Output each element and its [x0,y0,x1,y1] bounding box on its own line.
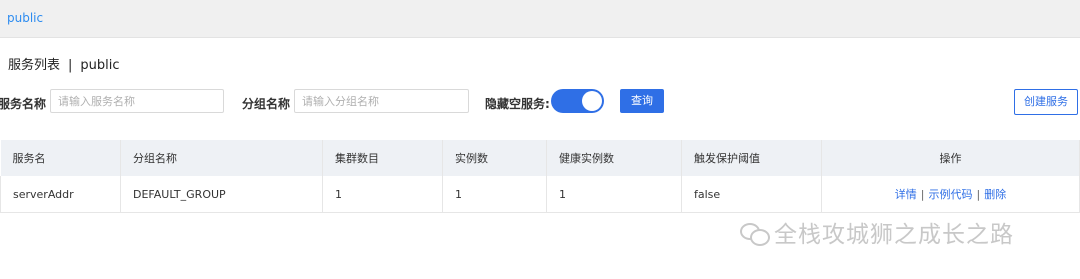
watermark-text: 全栈攻城狮之成长之路 [774,222,1014,248]
group-name-label: 分组名称 [242,97,291,111]
col-cluster-count: 集群数目 [322,140,443,176]
title-separator: | [68,58,73,73]
action-separator: | [920,188,925,201]
cell-cluster-count: 1 [322,176,443,213]
toggle-knob [582,91,602,111]
hide-empty-label: 隐藏空服务: [485,97,550,111]
wechat-icon [740,221,770,246]
group-name-input[interactable] [294,89,469,113]
top-bar: public [0,0,1080,38]
create-service-button[interactable]: 创建服务 [1014,89,1078,115]
col-actions: 操作 [821,140,1080,176]
service-table: 服务名 分组名称 集群数目 实例数 健康实例数 触发保护阈值 操作 server… [0,140,1080,213]
cell-healthy-count: 1 [546,176,682,213]
table-header-row: 服务名 分组名称 集群数目 实例数 健康实例数 触发保护阈值 操作 [0,140,1080,176]
col-healthy-count: 健康实例数 [546,140,682,176]
col-service-name: 服务名 [0,140,121,176]
page-title-namespace: public [80,58,120,73]
page-title-text: 服务列表 [8,58,61,73]
query-button[interactable]: 查询 [620,89,664,113]
page-title: 服务列表 | public [8,54,120,73]
cell-threshold: false [681,176,822,213]
table-row: serverAddr DEFAULT_GROUP 1 1 1 false 详情 |… [0,176,1080,213]
col-group-name: 分组名称 [120,140,323,176]
cell-instance-count: 1 [442,176,547,213]
col-threshold: 触发保护阈值 [681,140,822,176]
cell-group-name: DEFAULT_GROUP [120,176,323,213]
action-separator: | [976,188,981,201]
delete-link[interactable]: 删除 [984,188,1006,201]
service-name-input[interactable] [50,89,224,113]
watermark: 全栈攻城狮之成长之路 [740,215,1014,249]
hide-empty-toggle[interactable] [551,89,604,113]
service-name-label: 服务名称 [0,97,47,111]
cell-actions: 详情 | 示例代码 | 删除 [821,176,1080,213]
cell-service-name: serverAddr [0,176,121,213]
details-link[interactable]: 详情 [895,188,917,201]
namespace-tab[interactable]: public [7,11,43,25]
col-instance-count: 实例数 [442,140,547,176]
sample-code-link[interactable]: 示例代码 [929,188,973,201]
